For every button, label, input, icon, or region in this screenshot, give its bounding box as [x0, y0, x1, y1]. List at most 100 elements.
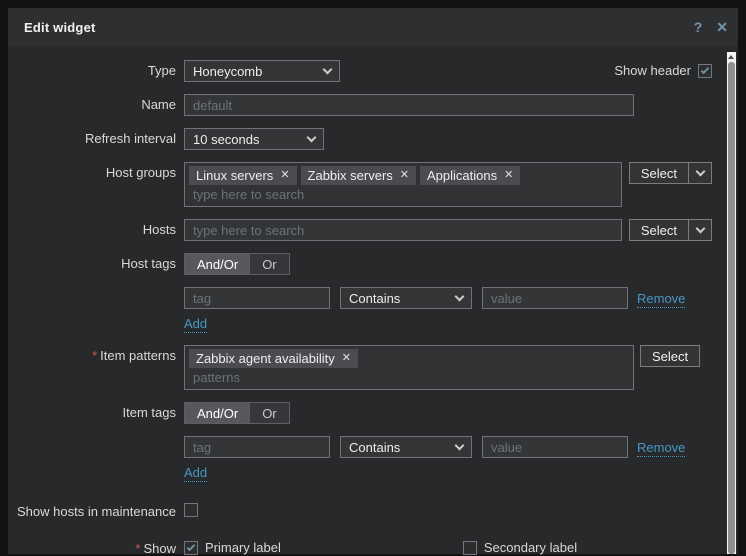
host-tag-remove-link[interactable]: Remove: [637, 290, 685, 308]
chip-label: Applications: [427, 166, 497, 185]
spacer-label: [8, 315, 176, 318]
chip-remove-icon[interactable]: ✕: [280, 166, 289, 185]
item-patterns-chips: Zabbix agent availability ✕: [189, 349, 629, 368]
header-icons: ? ✕: [694, 20, 728, 34]
item-tags-add-row: Add: [8, 464, 712, 482]
item-tag-remove-link[interactable]: Remove: [637, 439, 685, 457]
hosts-select-button[interactable]: Select: [629, 219, 688, 241]
item-tag-operator-select[interactable]: Contains: [340, 436, 472, 458]
item-tag-name-input[interactable]: [184, 436, 330, 458]
show-label: *Show: [8, 538, 176, 556]
type-select[interactable]: Honeycomb: [184, 60, 340, 82]
show-hosts-in-maintenance-checkbox[interactable]: [184, 503, 198, 517]
refresh-interval-label: Refresh interval: [8, 128, 176, 146]
host-tags-or-button[interactable]: Or: [250, 254, 288, 274]
host-tags-row: Host tags And/Or Or: [8, 253, 712, 275]
item-patterns-placeholder[interactable]: patterns: [189, 368, 629, 385]
item-patterns-label: *Item patterns: [8, 345, 176, 363]
chip-label: Zabbix servers: [308, 166, 393, 185]
host-tag-value-input[interactable]: [482, 287, 628, 309]
spacer-label: [8, 464, 176, 467]
hosts-select-dropdown-button[interactable]: [688, 219, 712, 241]
host-groups-select-split-button: Select: [629, 162, 712, 184]
host-tags-andor-button[interactable]: And/Or: [185, 254, 250, 274]
item-pattern-chip: Zabbix agent availability ✕: [189, 349, 358, 368]
item-tag-operator-value: Contains: [349, 440, 400, 455]
chevron-down-icon: [695, 224, 705, 234]
dialog-title: Edit widget: [24, 20, 96, 35]
refresh-interval-value: 10 seconds: [193, 132, 260, 147]
host-groups-chips: Linux servers ✕ Zabbix servers ✕ Applica…: [189, 166, 617, 185]
host-tag-operator-value: Contains: [349, 291, 400, 306]
spacer-label: [8, 287, 176, 290]
hosts-row: Hosts Select: [8, 219, 712, 241]
refresh-interval-select[interactable]: 10 seconds: [184, 128, 324, 150]
chevron-down-icon: [323, 65, 333, 75]
host-group-chip: Zabbix servers ✕: [301, 166, 416, 185]
vertical-scrollbar[interactable]: [727, 52, 736, 554]
type-row: Type Honeycomb Show header: [8, 60, 712, 82]
host-tag-operator-select[interactable]: Contains: [340, 287, 472, 309]
name-row: Name: [8, 94, 712, 116]
host-tags-add-row: Add: [8, 315, 712, 333]
type-select-value: Honeycomb: [193, 64, 262, 79]
host-tag-name-input[interactable]: [184, 287, 330, 309]
show-header-checkbox[interactable]: [698, 64, 712, 78]
show-header-label: Show header: [614, 63, 691, 78]
chevron-down-icon: [455, 441, 465, 451]
host-groups-multiselect[interactable]: Linux servers ✕ Zabbix servers ✕ Applica…: [184, 162, 622, 207]
show-row: *Show Primary label Secondary label: [8, 538, 712, 556]
spacer-label: [8, 436, 176, 439]
refresh-interval-row: Refresh interval 10 seconds: [8, 128, 712, 150]
hosts-label: Hosts: [8, 219, 176, 237]
check-icon: [701, 65, 709, 73]
close-icon[interactable]: ✕: [716, 20, 728, 34]
host-tags-label: Host tags: [8, 253, 176, 271]
scrollbar-thumb[interactable]: [728, 62, 735, 554]
edit-widget-dialog: Edit widget ? ✕ Type Honeycomb Show head…: [8, 8, 738, 554]
host-groups-search-placeholder[interactable]: type here to search: [189, 185, 617, 202]
item-tags-or-button[interactable]: Or: [250, 403, 288, 423]
page-background: Edit widget ? ✕ Type Honeycomb Show head…: [0, 0, 746, 554]
edit-widget-form: Type Honeycomb Show header Name Refresh …: [8, 46, 738, 556]
type-label: Type: [8, 60, 176, 78]
show-hosts-in-maintenance-label: Show hosts in maintenance: [8, 501, 176, 519]
item-patterns-select-button[interactable]: Select: [640, 345, 700, 367]
host-groups-select-button[interactable]: Select: [629, 162, 688, 184]
item-tags-label: Item tags: [8, 402, 176, 420]
host-tags-operator-toggle: And/Or Or: [184, 253, 290, 275]
check-icon: [187, 542, 195, 550]
item-tags-row: Item tags And/Or Or: [8, 402, 712, 424]
required-mark: *: [92, 348, 97, 363]
scroll-up-arrow-icon[interactable]: [728, 55, 734, 59]
primary-label-checkbox[interactable]: [184, 541, 198, 555]
item-tag-value-input[interactable]: [482, 436, 628, 458]
chip-label: Linux servers: [196, 166, 273, 185]
item-tags-add-link[interactable]: Add: [184, 464, 207, 482]
primary-label-option: Primary label: [184, 538, 281, 555]
dialog-header: Edit widget ? ✕: [8, 8, 738, 46]
chevron-down-icon: [695, 167, 705, 177]
chip-remove-icon[interactable]: ✕: [504, 166, 513, 185]
primary-label-text: Primary label: [205, 540, 281, 555]
hosts-select-split-button: Select: [629, 219, 712, 241]
host-groups-select-dropdown-button[interactable]: [688, 162, 712, 184]
host-tags-add-link[interactable]: Add: [184, 315, 207, 333]
chevron-down-icon: [307, 133, 317, 143]
show-hosts-in-maintenance-row: Show hosts in maintenance: [8, 501, 712, 519]
name-label: Name: [8, 94, 176, 112]
secondary-label-checkbox[interactable]: [463, 541, 477, 555]
chip-remove-icon[interactable]: ✕: [342, 349, 351, 368]
item-tags-andor-button[interactable]: And/Or: [185, 403, 250, 423]
host-group-chip: Applications ✕: [420, 166, 520, 185]
item-patterns-multiselect[interactable]: Zabbix agent availability ✕ patterns: [184, 345, 634, 390]
host-tag-condition-row: Contains Remove: [8, 287, 712, 309]
show-header-group: Show header: [614, 60, 712, 78]
host-groups-row: Host groups Linux servers ✕ Zabbix serve…: [8, 162, 712, 207]
help-icon[interactable]: ?: [694, 20, 703, 34]
host-groups-label: Host groups: [8, 162, 176, 180]
hosts-search-input[interactable]: [184, 219, 622, 241]
name-input[interactable]: [184, 94, 634, 116]
chip-remove-icon[interactable]: ✕: [400, 166, 409, 185]
item-tag-condition-row: Contains Remove: [8, 436, 712, 458]
